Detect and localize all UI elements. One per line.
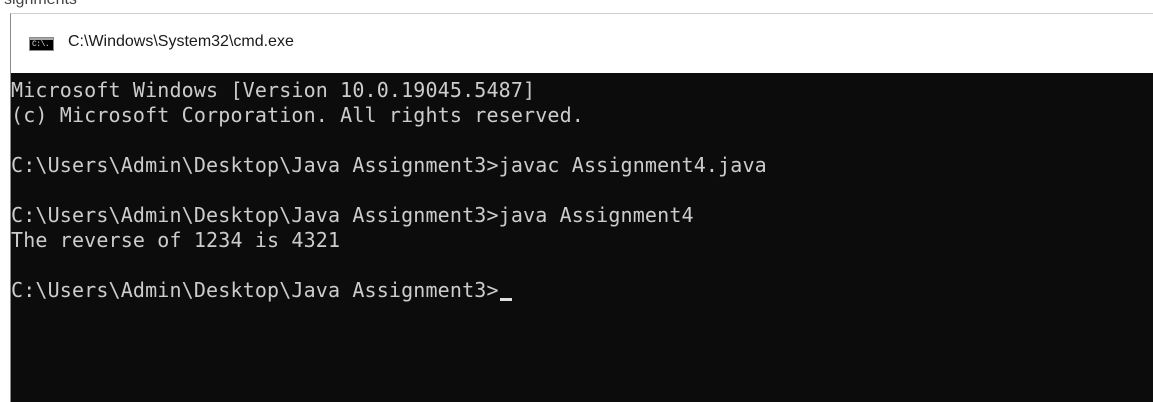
console-line: (c) Microsoft Corporation. All rights re… [11,103,584,127]
console-output[interactable]: Microsoft Windows [Version 10.0.19045.54… [11,73,1153,402]
console-line: The reverse of 1234 is 4321 [11,228,341,252]
screenshot-frame: signments C:\. C:\Windows\System32\cmd.e… [0,0,1153,402]
text-cursor [499,298,512,301]
prompt-line[interactable]: C:\Users\Admin\Desktop\Java Assignment3> [11,278,1153,303]
cmd-icon[interactable]: C:\. [29,37,54,51]
window-title: C:\Windows\System32\cmd.exe [68,33,294,50]
prompt-text: C:\Users\Admin\Desktop\Java Assignment3> [11,278,499,302]
cmd-icon-glyph: C:\. [32,40,50,49]
console-line: C:\Users\Admin\Desktop\Java Assignment3>… [11,203,694,227]
title-bar[interactable]: C:\. C:\Windows\System32\cmd.exe [11,14,1153,73]
background-window-text: signments [4,0,77,9]
console-line: Microsoft Windows [Version 10.0.19045.54… [11,78,536,102]
cmd-window[interactable]: C:\. C:\Windows\System32\cmd.exe Microso… [10,13,1153,402]
console-line: C:\Users\Admin\Desktop\Java Assignment3>… [11,153,767,177]
